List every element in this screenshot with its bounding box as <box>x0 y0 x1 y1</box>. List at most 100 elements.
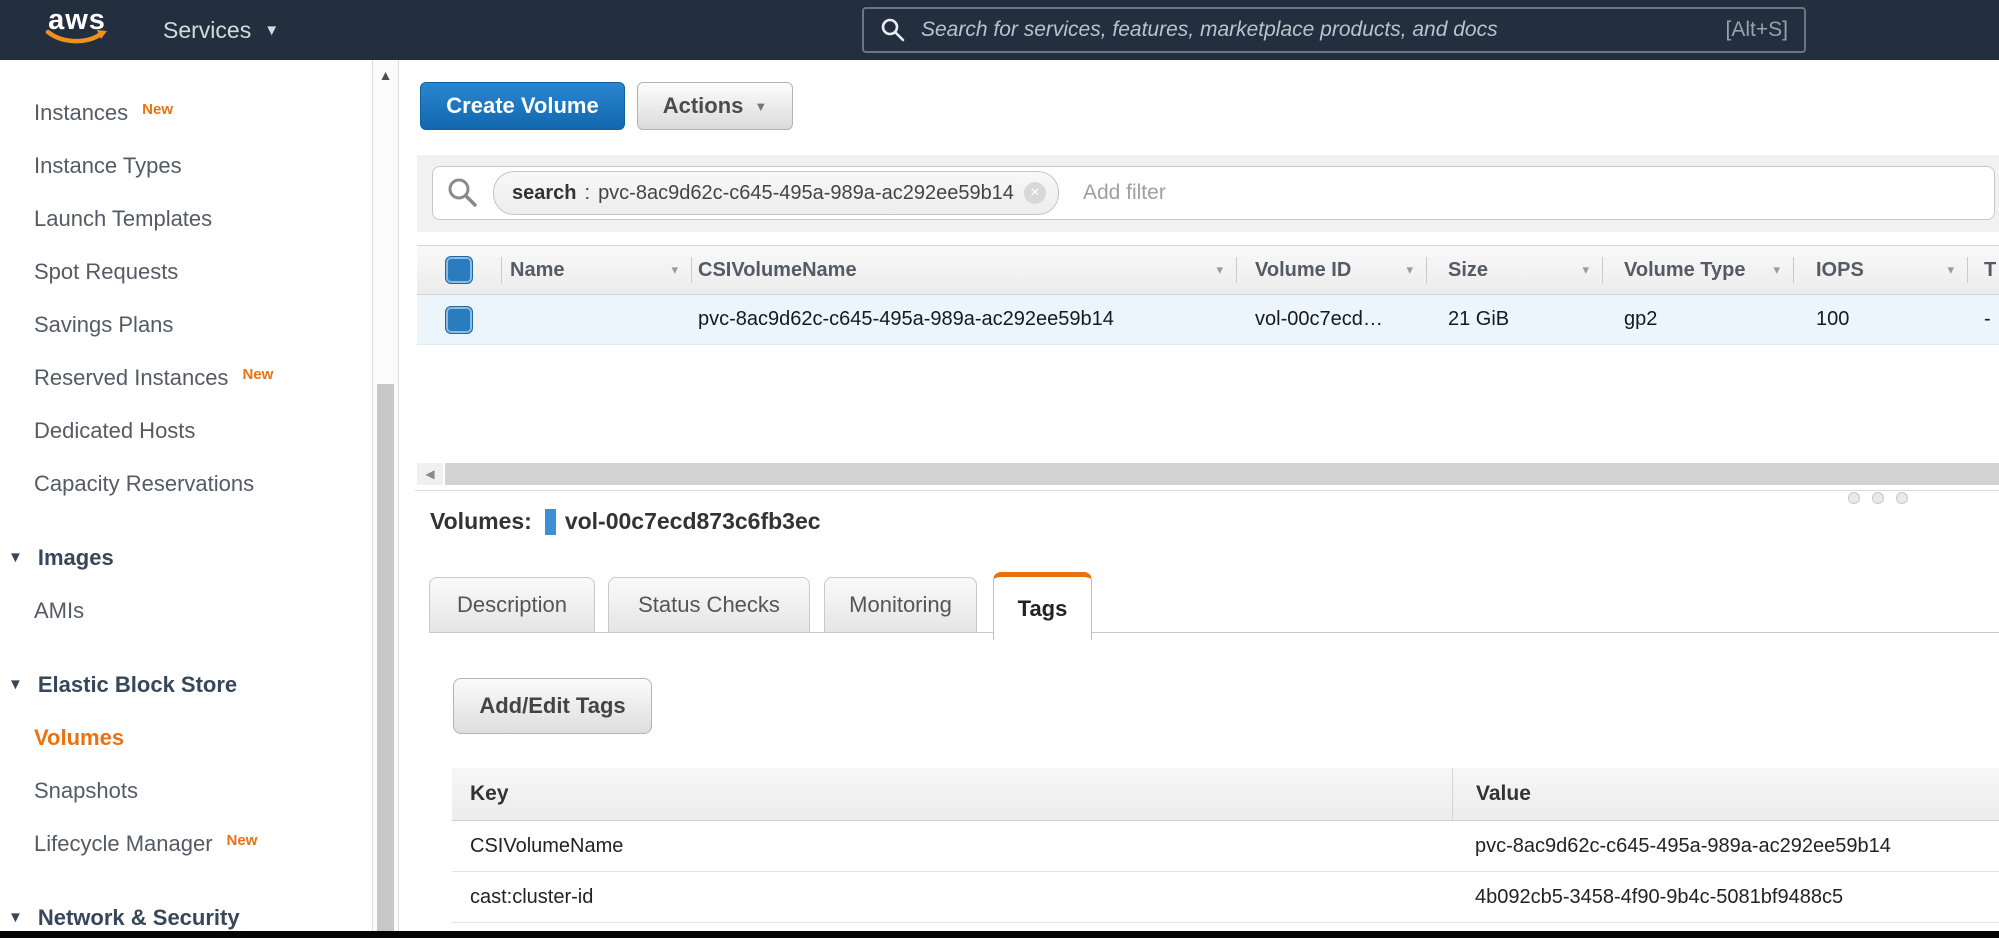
column-header-name[interactable]: Name ▾ <box>502 246 692 294</box>
add-edit-tags-button[interactable]: Add/Edit Tags <box>453 678 652 734</box>
resize-dot <box>1872 492 1884 504</box>
search-icon <box>880 17 906 43</box>
tags-table: Key Value CSIVolumeName pvc-8ac9d62c-c64… <box>452 768 1999 923</box>
sort-icon: ▾ <box>1216 262 1223 278</box>
sort-icon: ▾ <box>1582 262 1589 278</box>
section-collapse-icon: ▼ <box>8 549 23 566</box>
scroll-up-icon[interactable]: ▲ <box>373 60 398 90</box>
chevron-down-icon: ▼ <box>264 22 279 39</box>
global-search-input[interactable]: Search for services, features, marketpla… <box>862 7 1806 53</box>
search-shortcut-hint: [Alt+S] <box>1726 18 1788 42</box>
tag-key: CSIVolumeName <box>452 835 1452 858</box>
tab-status-checks[interactable]: Status Checks <box>608 577 810 632</box>
services-menu[interactable]: Services ▼ <box>163 0 279 60</box>
pane-resize-handle[interactable] <box>1848 492 1908 504</box>
sidebar-section-elastic-block-store[interactable]: ▼ Elastic Block Store <box>0 658 372 711</box>
horizontal-scrollbar-thumb[interactable] <box>445 463 1999 485</box>
volumes-table-header: Name ▾ CSIVolumeName ▾ Volume ID ▾ Size … <box>417 245 1999 295</box>
sidebar-item-instances[interactable]: Instances New <box>0 86 372 139</box>
actions-button[interactable]: Actions ▼ <box>637 82 793 130</box>
select-all-cell <box>417 246 502 294</box>
sidebar-item-reserved-instances[interactable]: Reserved Instances New <box>0 351 372 404</box>
selection-bar <box>545 509 556 535</box>
select-all-checkbox[interactable] <box>445 256 473 284</box>
column-header-throughput[interactable]: T <box>1968 246 1999 294</box>
ec2-sidebar: Instances New Instance Types Launch Temp… <box>0 60 372 931</box>
cell-csivolumename: pvc-8ac9d62c-c645-495a-989a-ac292ee59b14 <box>692 295 1237 344</box>
window-bottom-edge <box>0 931 1999 938</box>
sidebar-item-capacity-reservations[interactable]: Capacity Reservations <box>0 457 372 510</box>
pane-divider <box>415 490 1999 491</box>
filter-search-field[interactable]: search : pvc-8ac9d62c-c645-495a-989a-ac2… <box>432 166 1995 220</box>
sidebar-scrollbar-thumb[interactable] <box>377 384 394 931</box>
main-panel: Create Volume Actions ▼ search : pvc-8ac… <box>415 60 1999 931</box>
sidebar-item-lifecycle-manager[interactable]: Lifecycle Manager New <box>0 817 372 870</box>
filter-key: search <box>512 182 577 205</box>
selected-volume-id: vol-00c7ecd873c6fb3ec <box>565 508 821 535</box>
tag-value: pvc-8ac9d62c-c645-495a-989a-ac292ee59b14 <box>1452 835 1999 858</box>
tags-table-header: Key Value <box>452 768 1999 821</box>
sidebar-item-snapshots[interactable]: Snapshots <box>0 764 372 817</box>
sidebar-item-savings-plans[interactable]: Savings Plans <box>0 298 372 351</box>
column-header-volume-type[interactable]: Volume Type ▾ <box>1603 246 1794 294</box>
tab-monitoring[interactable]: Monitoring <box>824 577 977 632</box>
sidebar-scrollbar[interactable]: ▲ <box>372 60 399 931</box>
tag-row: CSIVolumeName pvc-8ac9d62c-c645-495a-989… <box>452 821 1999 872</box>
sidebar-item-volumes[interactable]: Volumes <box>0 711 372 764</box>
tag-value: 4b092cb5-3458-4f90-9b4c-5081bf9488c5 <box>1452 886 1999 909</box>
row-select-cell <box>417 295 502 344</box>
cell-volume-id: vol-00c7ecd… <box>1237 295 1427 344</box>
sidebar-section-images[interactable]: ▼ Images <box>0 531 372 584</box>
aws-logo[interactable]: aws <box>42 5 112 46</box>
filter-value: pvc-8ac9d62c-c645-495a-989a-ac292ee59b14 <box>598 182 1014 205</box>
column-header-iops[interactable]: IOPS ▾ <box>1794 246 1968 294</box>
sort-icon: ▾ <box>671 262 678 278</box>
filter-separator: : <box>585 182 591 205</box>
cell-volume-type: gp2 <box>1603 295 1794 344</box>
sidebar-section-network-security[interactable]: ▼ Network & Security <box>0 891 372 931</box>
column-header-csivolumename[interactable]: CSIVolumeName ▾ <box>692 246 1237 294</box>
cell-throughput: - <box>1968 295 1999 344</box>
resize-dot <box>1848 492 1860 504</box>
row-checkbox[interactable] <box>445 306 473 334</box>
add-filter-placeholder[interactable]: Add filter <box>1083 181 1166 205</box>
filter-band: search : pvc-8ac9d62c-c645-495a-989a-ac2… <box>417 155 1999 232</box>
cell-iops: 100 <box>1794 295 1968 344</box>
detail-heading-label: Volumes: <box>430 508 532 535</box>
column-header-volume-id[interactable]: Volume ID ▾ <box>1237 246 1427 294</box>
tab-tags[interactable]: Tags <box>993 572 1092 640</box>
detail-heading: Volumes: vol-00c7ecd873c6fb3ec <box>430 508 821 535</box>
cell-size: 21 GiB <box>1427 295 1603 344</box>
new-badge: New <box>142 101 173 118</box>
resize-dot <box>1896 492 1908 504</box>
tag-key: cast:cluster-id <box>452 886 1452 909</box>
active-filter-tag[interactable]: search : pvc-8ac9d62c-c645-495a-989a-ac2… <box>493 171 1059 215</box>
sort-icon: ▾ <box>1773 262 1780 278</box>
sidebar-item-launch-templates[interactable]: Launch Templates <box>0 192 372 245</box>
top-nav-bar: aws Services ▼ Search for services, feat… <box>0 0 1999 60</box>
sort-icon: ▾ <box>1406 262 1413 278</box>
cell-name <box>502 295 692 344</box>
search-icon <box>447 177 479 209</box>
sidebar-item-spot-requests[interactable]: Spot Requests <box>0 245 372 298</box>
remove-filter-icon[interactable]: × <box>1024 182 1046 204</box>
section-collapse-icon: ▼ <box>8 676 23 693</box>
column-header-size[interactable]: Size ▾ <box>1427 246 1603 294</box>
scroll-left-icon[interactable]: ◀ <box>417 463 443 485</box>
tab-description[interactable]: Description <box>429 577 595 632</box>
search-placeholder: Search for services, features, marketpla… <box>921 18 1726 42</box>
create-volume-button[interactable]: Create Volume <box>420 82 625 130</box>
volume-table-row[interactable]: pvc-8ac9d62c-c645-495a-989a-ac292ee59b14… <box>417 295 1999 345</box>
sidebar-item-dedicated-hosts[interactable]: Dedicated Hosts <box>0 404 372 457</box>
sidebar-item-instance-types[interactable]: Instance Types <box>0 139 372 192</box>
aws-logo-text: aws <box>48 4 106 36</box>
new-badge: New <box>242 366 273 383</box>
tag-row: cast:cluster-id 4b092cb5-3458-4f90-9b4c-… <box>452 872 1999 923</box>
tags-value-header: Value <box>1452 768 1999 820</box>
sidebar-item-amis[interactable]: AMIs <box>0 584 372 637</box>
ec2-console: aws Services ▼ Search for services, feat… <box>0 0 1999 938</box>
horizontal-scrollbar[interactable]: ◀ <box>417 463 1999 485</box>
sort-icon: ▾ <box>1947 262 1954 278</box>
services-label: Services <box>163 17 251 44</box>
section-collapse-icon: ▼ <box>8 909 23 926</box>
